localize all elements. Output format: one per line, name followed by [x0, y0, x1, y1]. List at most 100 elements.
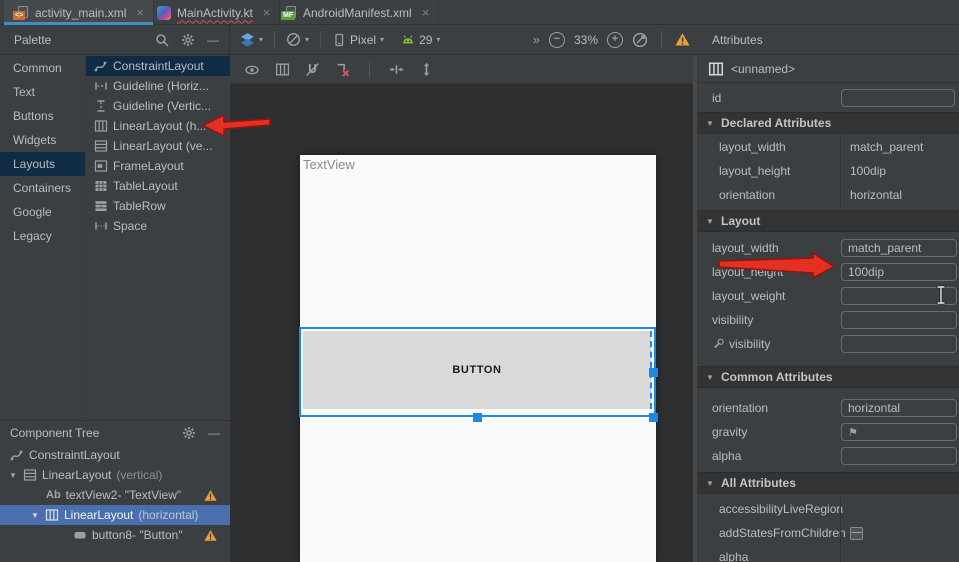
palette-category-legacy[interactable]: Legacy	[0, 224, 85, 248]
guideline-horizontal-icon	[94, 79, 108, 93]
warning-icon[interactable]	[204, 489, 217, 502]
visibility-input[interactable]	[841, 311, 957, 329]
zoom-out-icon[interactable]: −	[549, 32, 565, 48]
tree-node-constraintlayout[interactable]: ConstraintLayout	[0, 445, 230, 465]
pack-horizontal-icon[interactable]	[389, 62, 404, 77]
device-selector[interactable]: Pixel ▾	[332, 33, 384, 47]
palette-category-buttons[interactable]: Buttons	[0, 104, 85, 128]
constraintlayout-icon	[94, 59, 108, 73]
expand-triangle-icon[interactable]: ▼	[8, 471, 18, 480]
attr-row: orientationhorizontal	[697, 183, 959, 207]
view-options-eye-icon[interactable]	[244, 63, 260, 77]
palette-item-guideline-vertical[interactable]: Guideline (Vertic...	[86, 96, 230, 116]
section-all-attributes[interactable]: ▼ All Attributes	[697, 472, 959, 494]
attr-value[interactable]: match_parent	[840, 135, 959, 159]
linearlayout-vertical-icon	[23, 468, 37, 482]
layout-attribute-rows: layout_widthmatch_parent layout_height10…	[697, 236, 959, 356]
attr-row: layout_widthmatch_parent	[697, 135, 959, 159]
zoom-percent: 33%	[574, 33, 598, 47]
attr-value[interactable]: horizontal	[840, 183, 959, 207]
guideline-vertical-icon	[94, 99, 108, 113]
tree-node-button8[interactable]: button8- "Button"	[0, 525, 230, 545]
section-common-attributes[interactable]: ▼ Common Attributes	[697, 366, 959, 388]
orientation-input[interactable]: horizontal	[841, 399, 957, 417]
section-layout[interactable]: ▼ Layout	[697, 210, 959, 232]
orientation-icon	[286, 32, 301, 47]
selection-handle-bottom-right[interactable]	[649, 413, 658, 422]
layout-height-input[interactable]: 100dip	[841, 263, 957, 281]
kotlin-file-icon	[157, 6, 171, 20]
layout-weight-input[interactable]	[841, 287, 957, 305]
palette-category-text[interactable]: Text	[0, 80, 85, 104]
tree-node-linearlayout-vertical[interactable]: ▼ LinearLayout(vertical)	[0, 465, 230, 485]
gravity-input[interactable]: ⚑	[841, 423, 957, 441]
api-label: 29	[419, 33, 432, 47]
layout-xml-file-icon: <>	[13, 5, 29, 21]
palette-category-containers[interactable]: Containers	[0, 176, 85, 200]
tree-node-linearlayout-horizontal[interactable]: ▼ LinearLayout(horizontal)	[0, 505, 230, 525]
autoconnect-off-magnet-icon[interactable]	[305, 62, 320, 77]
palette-category-google[interactable]: Google	[0, 200, 85, 224]
id-input[interactable]	[841, 89, 955, 107]
api-selector[interactable]: 29 ▾	[401, 33, 440, 47]
tab-androidmanifest-xml[interactable]: MF AndroidManifest.xml ×	[272, 0, 439, 25]
minimize-icon[interactable]: —	[208, 426, 220, 440]
design-surface: TextView BUTTON	[230, 56, 693, 562]
tab-label: AndroidManifest.xml	[303, 6, 412, 20]
attr-row: alpha	[697, 545, 959, 562]
attributes-header: Attributes	[697, 25, 959, 55]
palette-item-guideline-horizontal[interactable]: Guideline (Horiz...	[86, 76, 230, 96]
close-icon[interactable]: ×	[422, 5, 430, 20]
indeterminate-checkbox[interactable]: —	[850, 527, 863, 540]
minimize-icon[interactable]: —	[207, 33, 219, 47]
attr-row: alpha	[697, 444, 959, 468]
palette-item-linearlayout-horizontal[interactable]: LinearLayout (h...	[86, 116, 230, 136]
palette-category-layouts[interactable]: Layouts	[0, 152, 85, 176]
attr-value[interactable]	[840, 545, 959, 562]
tree-node-textview2[interactable]: Ab textView2- "TextView"	[0, 485, 230, 505]
palette-item-space[interactable]: Space	[86, 216, 230, 236]
canvas-textview[interactable]: TextView	[303, 157, 355, 172]
close-icon[interactable]: ×	[263, 5, 271, 20]
search-icon[interactable]	[155, 33, 169, 47]
warning-icon[interactable]	[204, 529, 217, 542]
palette-category-common[interactable]: Common	[0, 56, 85, 80]
design-mode-selector[interactable]: ▾	[240, 32, 263, 47]
selected-component-row: <unnamed>	[697, 56, 959, 83]
attr-value[interactable]	[840, 497, 959, 521]
palette-item-tablerow[interactable]: TableRow	[86, 196, 230, 216]
gear-icon[interactable]	[181, 33, 195, 47]
chevron-down-icon: ▾	[380, 35, 384, 44]
expand-vertical-icon[interactable]	[419, 62, 434, 77]
attr-row: gravity⚑	[697, 420, 959, 444]
expand-triangle-icon[interactable]: ▼	[30, 511, 40, 520]
toolbar-overflow-icon[interactable]: »	[533, 32, 540, 47]
tab-mainactivity-kt[interactable]: MainActivity.kt ×	[148, 0, 280, 25]
zoom-in-icon[interactable]: +	[607, 32, 623, 48]
clear-constraints-icon[interactable]	[335, 62, 350, 77]
layout-width-input[interactable]: match_parent	[841, 239, 957, 257]
tools-visibility-input[interactable]	[841, 335, 957, 353]
warning-icon[interactable]	[675, 32, 690, 47]
close-icon[interactable]: ×	[136, 5, 144, 20]
orientation-selector[interactable]: ▾	[286, 32, 309, 47]
selection-handle-bottom-center[interactable]	[473, 413, 482, 422]
tab-activity-main-xml[interactable]: <> activity_main.xml ×	[4, 0, 154, 25]
id-row: id	[697, 83, 959, 112]
palette-item-framelayout[interactable]: FrameLayout	[86, 156, 230, 176]
attr-value[interactable]: 100dip	[840, 159, 959, 183]
selection-handle-right-center[interactable]	[649, 368, 658, 377]
palette-category-widgets[interactable]: Widgets	[0, 128, 85, 152]
palette-item-linearlayout-vertical[interactable]: LinearLayout (ve...	[86, 136, 230, 156]
zoom-to-fit-icon[interactable]	[632, 32, 648, 48]
attr-value: —	[840, 521, 959, 545]
palette-item-tablelayout[interactable]: TableLayout	[86, 176, 230, 196]
alpha-input[interactable]	[841, 447, 957, 465]
palette-item-constraintlayout[interactable]: ConstraintLayout	[86, 56, 230, 76]
tab-label: activity_main.xml	[35, 6, 126, 20]
gear-icon[interactable]	[182, 426, 196, 440]
expand-triangle-icon: ▼	[705, 373, 715, 382]
convert-orientation-icon[interactable]	[275, 62, 290, 77]
section-declared-attributes[interactable]: ▼ Declared Attributes	[697, 112, 959, 134]
palette-item-list: ConstraintLayout Guideline (Horiz... Gui…	[85, 56, 230, 420]
